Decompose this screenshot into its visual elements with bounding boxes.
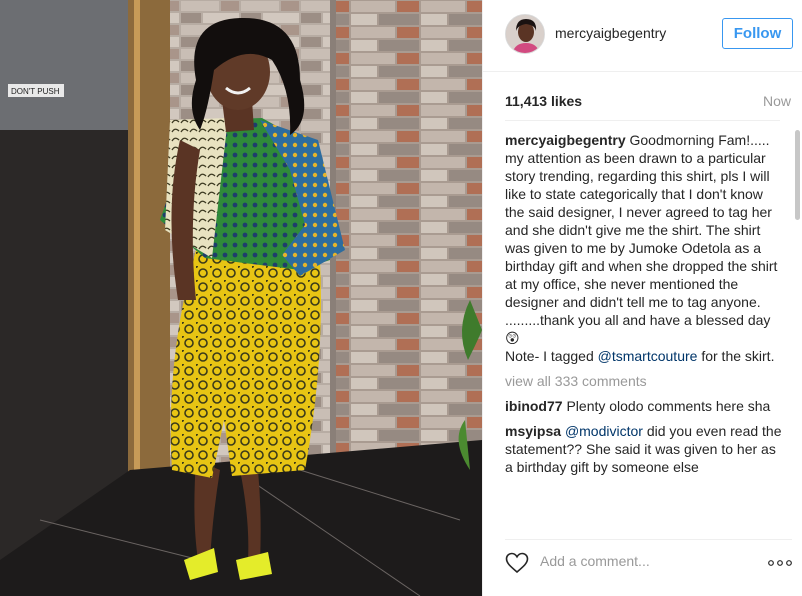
- caption-note-end: for the skirt.: [701, 348, 775, 364]
- caption-author[interactable]: mercyaigbegentry: [505, 132, 626, 148]
- comments-scrollbar[interactable]: [795, 130, 800, 530]
- view-all-comments-link[interactable]: view all 333 comments: [505, 372, 783, 390]
- caption: mercyaigbegentry Goodmorning Fam!..... m…: [505, 131, 783, 365]
- scroll-thumb[interactable]: [795, 130, 800, 220]
- comment-footer: [505, 539, 792, 584]
- avatar-image: [506, 15, 544, 53]
- post-time: Now: [762, 93, 791, 109]
- astonished-emoji-icon: 😲: [505, 330, 520, 346]
- avatar[interactable]: [505, 14, 545, 54]
- photo-illustration: DON'T PUSH: [0, 0, 482, 596]
- caption-note: Note- I tagged: [505, 348, 594, 364]
- likes-count[interactable]: 11,413 likes: [505, 93, 582, 109]
- post-details-panel: mercyaigbegentry Follow 11,413 likes Now…: [482, 0, 802, 596]
- add-comment-input[interactable]: [540, 553, 750, 569]
- comments-list: mercyaigbegentry Goodmorning Fam!..... m…: [505, 131, 783, 525]
- divider: [505, 120, 780, 121]
- more-options-icon[interactable]: [768, 560, 792, 566]
- door-sign-text: DON'T PUSH: [11, 87, 60, 96]
- heart-icon[interactable]: [505, 552, 529, 574]
- list-item: msyipsa @modivictor did you even read th…: [505, 422, 783, 476]
- comment-mention-link[interactable]: @modivictor: [565, 423, 643, 439]
- follow-button[interactable]: Follow: [722, 18, 793, 49]
- post-header: mercyaigbegentry Follow: [483, 0, 802, 72]
- post-photo[interactable]: DON'T PUSH: [0, 0, 482, 596]
- list-item: ibinod77 Plenty olodo comments here sha: [505, 397, 783, 415]
- comment-author[interactable]: msyipsa: [505, 423, 561, 439]
- username[interactable]: mercyaigbegentry: [555, 25, 666, 41]
- comment-text: Plenty olodo comments here sha: [566, 398, 771, 414]
- comment-author[interactable]: ibinod77: [505, 398, 563, 414]
- caption-mention-link[interactable]: @tsmartcouture: [598, 348, 698, 364]
- caption-text: Goodmorning Fam!..... my attention as be…: [505, 132, 778, 328]
